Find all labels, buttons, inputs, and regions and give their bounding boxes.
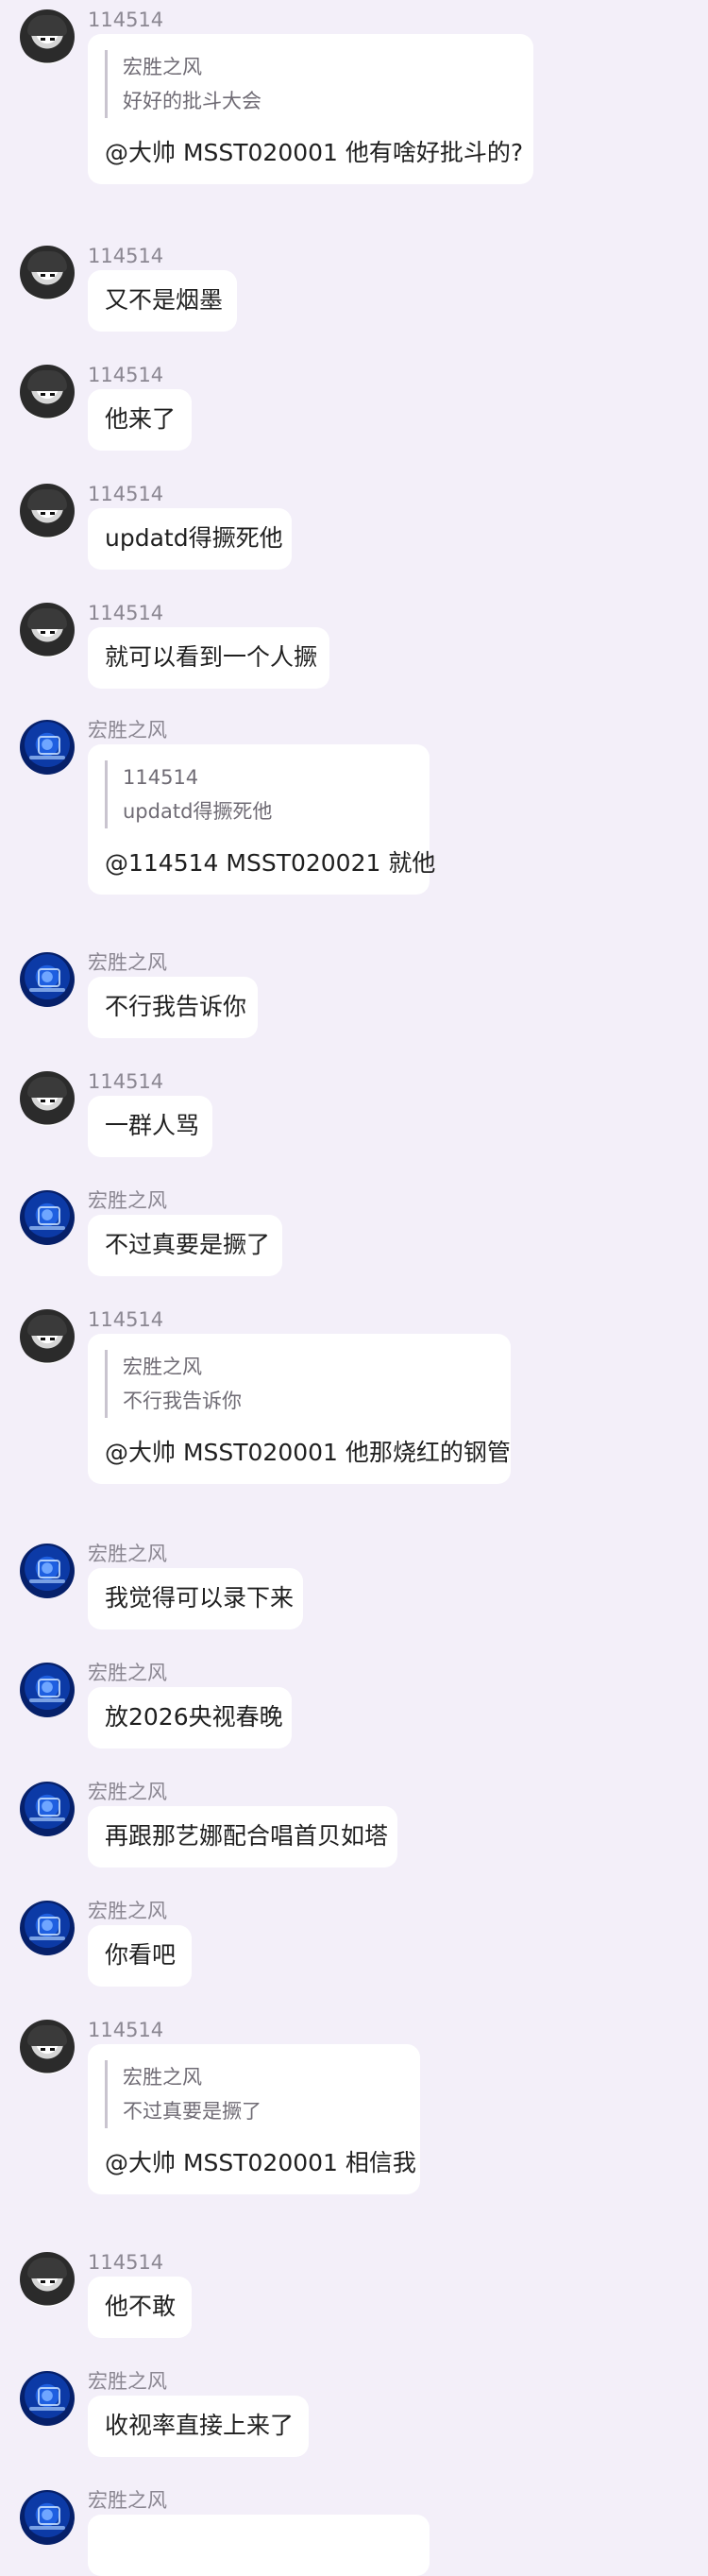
anime-avatar[interactable] [20,1071,75,1126]
message-bubble[interactable]: 不过真要是撅了 [88,1215,282,1276]
anime-avatar[interactable] [20,603,75,657]
sender-name[interactable]: 114514 [88,482,163,506]
blue-avatar[interactable] [20,2371,75,2426]
anime-avatar[interactable] [20,484,75,538]
message-text: @大帅 MSST020001 他那烧红的钢管 [105,1439,511,1466]
message-bubble[interactable]: 放2026央视春晚 [88,1687,292,1749]
anime-avatar[interactable] [20,2020,75,2074]
message-text: 不过真要是撅了 [105,1231,271,1258]
message-bubble[interactable] [88,2515,430,2576]
sender-name[interactable]: 114514 [88,8,163,32]
quoted-sender-name: 宏胜之风 [123,2066,202,2089]
reply-message-bubble[interactable]: 宏胜之风不过真要是撅了 @大帅 MSST020001 相信我 [88,2044,420,2194]
quoted-message[interactable]: 宏胜之风好好的批斗大会 [105,50,516,118]
sender-name[interactable]: 宏胜之风 [88,1780,167,1804]
message-text: 收视率直接上来了 [105,2412,295,2439]
sender-name[interactable]: 114514 [88,2018,163,2042]
blue-avatar[interactable] [20,2490,75,2545]
message-text: 放2026央视春晚 [105,1703,283,1731]
message-bubble[interactable]: updatd得撅死他 [88,508,292,570]
message-bubble[interactable]: 他来了 [88,389,192,451]
message-text: @大帅 MSST020001 他有啥好批斗的? [105,139,524,166]
anime-avatar[interactable] [20,2252,75,2307]
message-bubble[interactable]: 一群人骂 [88,1096,212,1157]
sender-name[interactable]: 114514 [88,244,163,268]
message-bubble[interactable]: 收视率直接上来了 [88,2396,309,2457]
anime-avatar[interactable] [20,1309,75,1364]
blue-avatar[interactable] [20,952,75,1007]
sender-name[interactable]: 宏胜之风 [88,1899,167,1923]
blue-avatar[interactable] [20,1782,75,1836]
sender-name[interactable]: 114514 [88,363,163,387]
reply-message-bubble[interactable]: 宏胜之风好好的批斗大会 @大帅 MSST020001 他有啥好批斗的? [88,34,533,184]
message-text: updatd得撅死他 [105,524,283,552]
sender-name[interactable]: 宏胜之风 [88,1661,167,1685]
message-bubble[interactable]: 不行我告诉你 [88,977,258,1038]
reply-message-bubble[interactable]: 宏胜之风不行我告诉你 @大帅 MSST020001 他那烧红的钢管 [88,1334,511,1484]
quoted-message[interactable]: 宏胜之风不过真要是撅了 [105,2060,403,2128]
blue-avatar[interactable] [20,1190,75,1245]
sender-name[interactable]: 114514 [88,1069,163,1094]
message-text: 我觉得可以录下来 [105,1584,295,1612]
message-text: 一群人骂 [105,1112,200,1139]
blue-avatar[interactable] [20,1901,75,1955]
anime-avatar[interactable] [20,365,75,419]
blue-avatar[interactable] [20,1663,75,1717]
sender-name[interactable]: 宏胜之风 [88,1542,167,1566]
quoted-message[interactable]: 114514 updatd得撅死他 [105,760,413,828]
message-bubble[interactable]: 又不是烟墨 [88,270,237,332]
message-text: 他来了 [105,405,177,433]
sender-name[interactable]: 宏胜之风 [88,718,167,742]
message-text [105,2529,413,2561]
quoted-sender-name: 宏胜之风 [123,56,202,78]
sender-name[interactable]: 宏胜之风 [88,1188,167,1213]
anime-avatar[interactable] [20,9,75,64]
quoted-text: 不行我告诉你 [123,1390,242,1412]
message-text: @114514 MSST020021 就他 [105,849,436,877]
message-text: 他不敢 [105,2293,177,2320]
blue-avatar[interactable] [20,1544,75,1598]
quoted-sender-name: 宏胜之风 [123,1356,202,1378]
message-bubble[interactable]: 他不敢 [88,2277,192,2338]
sender-name[interactable]: 宏胜之风 [88,950,167,975]
sender-name[interactable]: 114514 [88,601,163,625]
message-bubble[interactable]: 再跟那艺娜配合唱首贝如塔 [88,1806,397,1868]
message-text: 不行我告诉你 [105,993,247,1020]
quoted-text: 不过真要是撅了 [123,2100,261,2123]
message-text: 你看吧 [105,1941,177,1969]
quoted-message[interactable]: 宏胜之风不行我告诉你 [105,1350,494,1418]
message-bubble[interactable]: 就可以看到一个人撅 [88,627,329,689]
message-text: 再跟那艺娜配合唱首贝如塔 [105,1822,389,1850]
message-text: @大帅 MSST020001 相信我 [105,2149,416,2176]
sender-name[interactable]: 宏胜之风 [88,2488,167,2513]
message-bubble[interactable]: 你看吧 [88,1925,192,1987]
sender-name[interactable]: 114514 [88,1307,163,1332]
sender-name[interactable]: 114514 [88,2250,163,2275]
blue-avatar[interactable] [20,720,75,775]
reply-message-bubble[interactable]: 114514 updatd得撅死他 @114514 MSST020021 就他 [88,744,436,895]
message-text: 就可以看到一个人撅 [105,643,318,671]
quoted-sender-name: 114514 [123,766,199,789]
quoted-text: 好好的批斗大会 [123,90,261,112]
sender-name[interactable]: 宏胜之风 [88,2369,167,2394]
quoted-text: updatd得撅死他 [123,800,273,823]
anime-avatar[interactable] [20,246,75,300]
message-text: 又不是烟墨 [105,286,224,314]
message-bubble[interactable]: 我觉得可以录下来 [88,1568,303,1629]
